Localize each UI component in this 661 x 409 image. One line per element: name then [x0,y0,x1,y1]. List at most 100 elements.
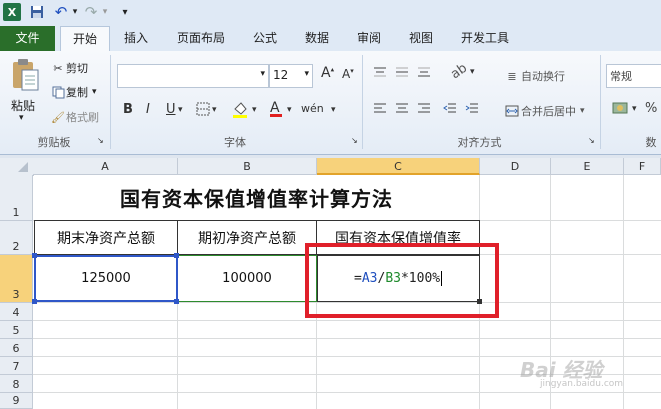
select-all-corner[interactable] [0,158,34,176]
percent-icon[interactable]: % [645,101,657,116]
column-header-c[interactable]: C [317,158,480,175]
tab-view[interactable]: 视图 [400,26,442,51]
number-group-label: 数 [645,136,657,149]
tab-file[interactable]: 文件 [0,26,55,51]
header-cell-a2[interactable]: 期末净资产总额 [34,220,178,255]
column-header-b[interactable]: B [178,158,317,175]
underline-dropdown-icon[interactable]: ▾ [178,105,183,115]
column-header-d[interactable]: D [480,158,551,175]
bold-icon[interactable]: B [123,102,133,117]
title-cell[interactable]: 国有资本保值增值率计算方法 [34,175,479,220]
clipboard-group-label: 剪贴板 [37,136,71,149]
row-header-7[interactable]: 7 [0,357,33,375]
align-top-icon[interactable] [373,66,387,82]
align-bottom-icon[interactable] [417,66,431,82]
ref-handle[interactable] [32,299,37,304]
align-left-icon[interactable] [373,102,387,118]
italic-icon[interactable]: I [146,102,150,117]
wrap-text-button[interactable]: ≣ 自动换行 [503,68,565,84]
merge-center-dropdown-icon: ▾ [580,106,585,116]
font-name-dropdown-icon: ▾ [260,69,265,79]
align-center-icon[interactable] [395,102,409,118]
paste-icon [13,59,39,91]
ref-handle[interactable] [32,253,37,258]
row-header-4[interactable]: 4 [0,303,33,321]
alignment-launcher-icon[interactable]: ↘ [588,136,595,145]
tab-home[interactable]: 开始 [60,26,110,52]
font-color-icon[interactable]: A [270,100,282,117]
align-middle-icon[interactable] [395,66,409,82]
paste-label: 粘贴 [11,99,36,113]
decrease-indent-icon[interactable] [443,102,457,118]
redo-dropdown-icon[interactable]: ▾ [96,3,114,21]
paintbrush-icon: 🖌 [51,110,65,124]
increase-indent-icon[interactable] [465,102,479,118]
merge-cells-icon [503,105,521,117]
format-painter-button[interactable]: 🖌 格式刷 [50,109,99,125]
cut-label: 剪切 [66,62,88,75]
number-format-box[interactable]: 常规 [606,64,661,88]
watermark-url: jingyan.baidu.com [540,379,624,389]
shrink-font-icon[interactable]: A▾ [342,67,354,81]
font-name-box[interactable]: ▾ [117,64,269,88]
save-icon[interactable] [28,3,46,21]
paste-button[interactable]: 粘贴 ▾ [5,55,45,123]
merge-center-button[interactable]: 合并后居中 ▾ [503,103,585,119]
row-header-9[interactable]: 9 [0,393,33,409]
row-header-8[interactable]: 8 [0,375,33,393]
wrap-text-label: 自动换行 [521,70,565,83]
ribbon-tabs: 文件 开始 插入 页面布局 公式 数据 审阅 视图 开发工具 [0,26,661,52]
header-cell-b2[interactable]: 期初净资产总额 [177,220,317,255]
tab-insert[interactable]: 插入 [113,26,159,51]
font-size-dropdown-icon: ▾ [304,69,309,79]
customize-qat-icon[interactable]: ▾ [116,3,134,21]
merge-center-label: 合并后居中 [521,105,576,118]
clipboard-launcher-icon[interactable]: ↘ [97,136,104,145]
font-size-value: 12 [273,68,289,82]
orientation-icon[interactable]: ab [448,61,470,83]
phonetic-dropdown-icon[interactable]: ▾ [331,105,336,115]
grow-font-icon[interactable]: A▴ [321,65,334,81]
border-dropdown-icon[interactable]: ▾ [212,105,217,115]
ref-handle[interactable] [174,253,179,258]
orientation-dropdown-icon[interactable]: ▾ [470,67,475,77]
phonetic-icon[interactable]: wén [301,102,324,115]
paste-dropdown-icon: ▾ [19,113,24,123]
value-cell-a3[interactable]: 125000 [34,255,178,302]
align-right-icon[interactable] [417,102,431,118]
tab-data[interactable]: 数据 [296,26,338,51]
column-header-e[interactable]: E [551,158,624,175]
font-size-box[interactable]: 12 ▾ [269,64,313,88]
tab-developer[interactable]: 开发工具 [452,26,518,51]
column-header-a[interactable]: A [33,158,178,175]
underline-icon[interactable]: U [166,102,176,117]
copy-button[interactable]: 复制 ▾ [50,84,97,100]
font-group-label: 字体 [224,136,246,149]
row-header-6[interactable]: 6 [0,339,33,357]
currency-dropdown-icon[interactable]: ▾ [632,104,637,114]
font-launcher-icon[interactable]: ↘ [351,136,358,145]
copy-label: 复制 [66,86,88,99]
ref-handle[interactable] [174,299,179,304]
tab-formulas[interactable]: 公式 [244,26,286,51]
fill-color-dropdown-icon[interactable]: ▾ [252,105,257,115]
tab-review[interactable]: 审阅 [348,26,390,51]
value-cell-b3[interactable]: 100000 [178,255,317,302]
row-header-1[interactable]: 1 [0,175,33,221]
row-header-2[interactable]: 2 [0,221,33,255]
number-format-value: 常规 [610,70,632,83]
wrap-text-icon: ≣ [507,69,517,83]
column-header-f[interactable]: F [624,158,661,175]
row-header-3[interactable]: 3 [0,255,33,303]
tab-page-layout[interactable]: 页面布局 [168,26,234,51]
copy-dropdown-icon: ▾ [92,87,97,97]
scissors-icon: ✂ [53,61,63,75]
worksheet-grid[interactable]: A B C D E F 1 2 3 4 5 6 7 8 9 国有资本保值增值率计… [0,158,661,409]
alignment-group-label: 对齐方式 [457,136,502,149]
row-header-5[interactable]: 5 [0,321,33,339]
font-color-dropdown-icon[interactable]: ▾ [287,105,292,115]
cut-button[interactable]: ✂ 剪切 [50,60,88,76]
border-icon[interactable] [196,102,210,120]
currency-format-icon[interactable] [612,100,630,120]
fill-color-icon[interactable] [232,101,248,123]
